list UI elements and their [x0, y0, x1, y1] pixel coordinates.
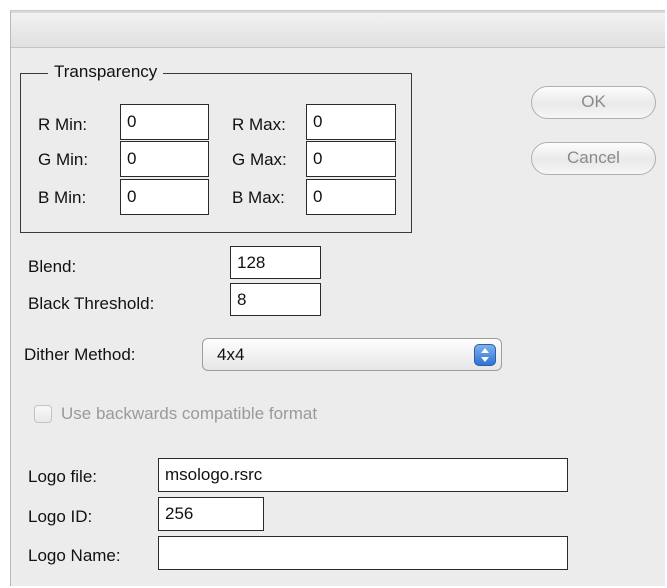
- dither-method-value: 4x4: [217, 345, 245, 364]
- title-bar[interactable]: [11, 11, 665, 48]
- logo-id-field[interactable]: [158, 497, 264, 531]
- b-max-label: B Max:: [232, 188, 285, 207]
- popup-arrows-icon[interactable]: [474, 344, 496, 366]
- logo-name-label: Logo Name:: [28, 546, 121, 565]
- transparency-group-title: Transparency: [48, 61, 164, 83]
- r-max-label: R Max:: [232, 115, 286, 134]
- black-threshold-label: Black Threshold:: [28, 294, 155, 313]
- dither-method-label: Dither Method:: [24, 345, 136, 364]
- blend-label: Blend:: [28, 257, 77, 276]
- backwards-compatible-label: Use backwards compatible format: [61, 404, 318, 423]
- logo-name-field[interactable]: [158, 536, 568, 570]
- r-max-field[interactable]: [306, 104, 396, 140]
- ok-button[interactable]: OK: [531, 86, 656, 119]
- backwards-compatible-checkbox[interactable]: [34, 405, 52, 423]
- title-bar-edge: [11, 11, 665, 13]
- b-min-label: B Min:: [38, 188, 87, 207]
- cancel-button[interactable]: Cancel: [531, 142, 656, 175]
- logo-file-label: Logo file:: [28, 467, 97, 486]
- black-threshold-field[interactable]: [230, 283, 321, 316]
- logo-id-label: Logo ID:: [28, 507, 93, 526]
- r-min-field[interactable]: [120, 104, 209, 140]
- r-min-label: R Min:: [38, 115, 88, 134]
- g-min-label: G Min:: [38, 150, 89, 169]
- dither-method-select[interactable]: 4x4: [202, 338, 502, 371]
- b-min-field[interactable]: [120, 179, 209, 215]
- g-max-field[interactable]: [306, 141, 396, 177]
- g-max-label: G Max:: [232, 150, 287, 169]
- b-max-field[interactable]: [306, 179, 396, 215]
- g-min-field[interactable]: [120, 141, 209, 177]
- blend-field[interactable]: [230, 246, 321, 279]
- logo-file-field[interactable]: [158, 458, 568, 492]
